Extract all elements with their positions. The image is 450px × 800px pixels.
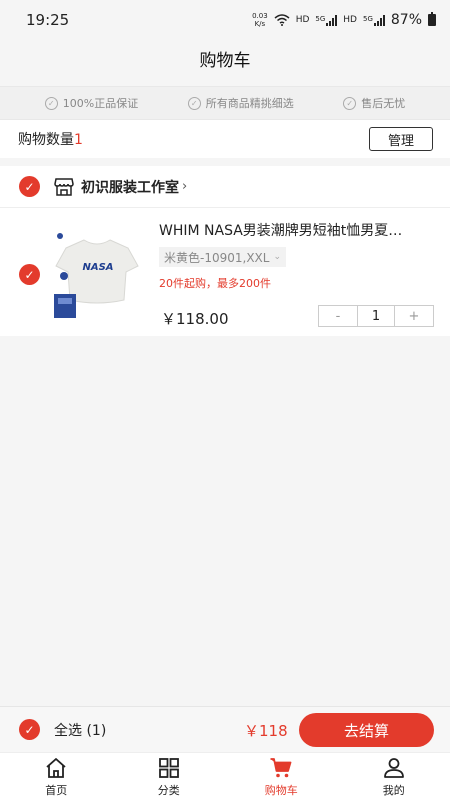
checkout-button[interactable]: 去结算: [299, 713, 434, 747]
signal-1: 5G: [315, 14, 338, 26]
tab-label: 分类: [157, 783, 180, 797]
chevron-down-icon: ⌄: [273, 252, 281, 262]
signal-bars-icon: [373, 14, 385, 26]
guarantee-item: ✓ 售后无忧: [343, 95, 405, 111]
speed-value: 0.03: [252, 12, 268, 20]
item-select-checkbox[interactable]: ✓: [19, 264, 40, 285]
hd-label-1: HD: [295, 15, 310, 25]
tab-home[interactable]: 首页: [0, 753, 113, 800]
quantity-increase-button[interactable]: +: [395, 306, 433, 326]
signal-bars-icon: [326, 14, 338, 26]
hd-label-2: HD: [343, 15, 357, 25]
status-icons: 0.03 K/s HD 5G HD 5G 87%: [252, 12, 436, 28]
speed-unit: K/s: [254, 20, 266, 28]
item-purchase-rule: 20件起购，最多200件: [159, 277, 271, 290]
cart-count: 购物数量1: [18, 129, 83, 149]
product-image-logo: NASA: [82, 262, 113, 273]
home-icon: [46, 757, 66, 778]
guarantee-label: 所有商品精挑细选: [205, 97, 294, 110]
tab-category[interactable]: 分类: [113, 753, 226, 800]
product-image[interactable]: NASA: [48, 230, 146, 320]
check-circle-icon: ✓: [187, 96, 201, 110]
cart-icon: [270, 757, 292, 777]
status-bar: 19:25 0.03 K/s HD 5G HD 5G 87%: [0, 0, 450, 40]
user-icon: [383, 757, 404, 778]
quantity-input[interactable]: 1: [357, 306, 395, 326]
grid-icon: [158, 757, 179, 778]
chevron-right-icon[interactable]: ›: [182, 179, 187, 194]
guarantee-label: 100%正品保证: [62, 97, 139, 110]
cart-item: ✓ NASA WHIM NASA男装潮牌男短袖t恤男夏… 米黄色-10901,X…: [0, 208, 450, 336]
shop-header[interactable]: ✓ 初识服装工作室 ›: [0, 166, 450, 208]
tab-label: 我的: [382, 783, 405, 797]
check-circle-icon: ✓: [343, 96, 357, 110]
net-label-2: 5G: [362, 14, 373, 23]
guarantee-bar: ✓ 100%正品保证 ✓ 所有商品精挑细选 ✓ 售后无忧: [0, 86, 450, 120]
status-time: 19:25: [26, 11, 70, 29]
tab-label: 购物车: [264, 783, 298, 797]
item-info: WHIM NASA男装潮牌男短袖t恤男夏… 米黄色-10901,XXL ⌄ 20件…: [159, 220, 435, 291]
item-spec-selector[interactable]: 米黄色-10901,XXL ⌄: [159, 247, 286, 267]
shop-card: ✓ 初识服装工作室 › ✓ NASA WHIM NASA男装潮牌男短袖t恤男夏……: [0, 166, 450, 336]
quantity-decrease-button[interactable]: -: [319, 306, 357, 326]
battery-percent: 87%: [390, 12, 422, 28]
guarantee-item: ✓ 100%正品保证: [44, 95, 139, 111]
guarantee-item: ✓ 所有商品精挑细选: [187, 95, 294, 111]
quantity-stepper: - 1 +: [318, 305, 434, 327]
store-icon: [54, 177, 74, 196]
cart-count-value: 1: [74, 132, 83, 148]
guarantee-label: 售后无忧: [361, 97, 406, 110]
item-title[interactable]: WHIM NASA男装潮牌男短袖t恤男夏…: [159, 220, 435, 240]
page-title: 购物车: [199, 50, 251, 71]
tab-cart[interactable]: 购物车: [225, 753, 338, 800]
wifi-icon: [274, 14, 290, 26]
item-price: ￥118.00: [161, 310, 229, 328]
bottom-tab-bar: 首页 分类 购物车 我的: [0, 752, 450, 800]
tab-mine[interactable]: 我的: [338, 753, 450, 800]
net-label-1: 5G: [315, 14, 326, 23]
cart-count-label: 购物数量: [18, 132, 74, 148]
select-all-label[interactable]: 全选 (1): [54, 720, 106, 740]
total-price: ￥118: [244, 722, 288, 740]
shop-select-checkbox[interactable]: ✓: [19, 176, 40, 197]
cart-count-bar: 购物数量1 管理: [0, 120, 450, 158]
item-spec-label: 米黄色-10901,XXL: [164, 250, 270, 265]
checkout-bar: ✓ 全选 (1) ￥118 去结算: [0, 706, 450, 752]
tab-label: 首页: [45, 783, 68, 797]
battery-icon: [428, 12, 436, 26]
page-title-bar: 购物车: [0, 40, 450, 76]
signal-2: 5G: [362, 14, 385, 26]
manage-button[interactable]: 管理: [369, 127, 433, 151]
network-speed: 0.03 K/s: [252, 12, 268, 28]
check-circle-icon: ✓: [44, 96, 58, 110]
shop-name[interactable]: 初识服装工作室: [81, 177, 179, 197]
select-all-checkbox[interactable]: ✓: [19, 719, 40, 740]
